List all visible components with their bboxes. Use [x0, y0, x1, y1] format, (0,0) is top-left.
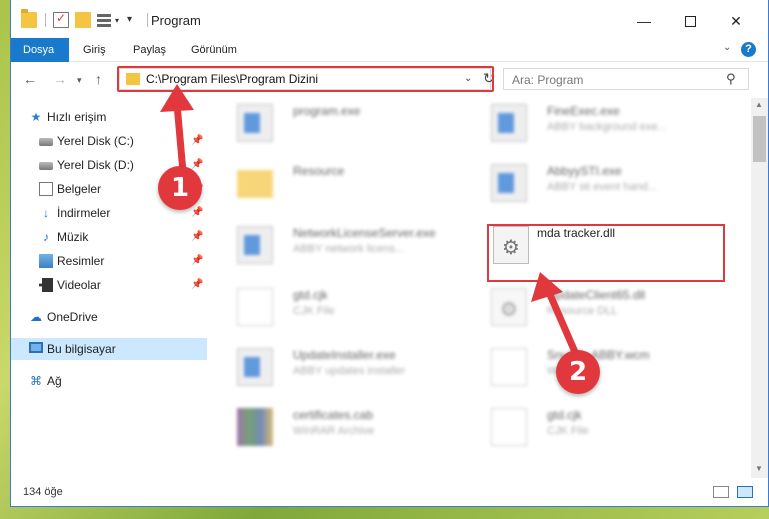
- annotation-arrows: [160, 84, 579, 356]
- step-2-badge: 2: [556, 350, 600, 394]
- step-1-badge: 1: [158, 166, 202, 210]
